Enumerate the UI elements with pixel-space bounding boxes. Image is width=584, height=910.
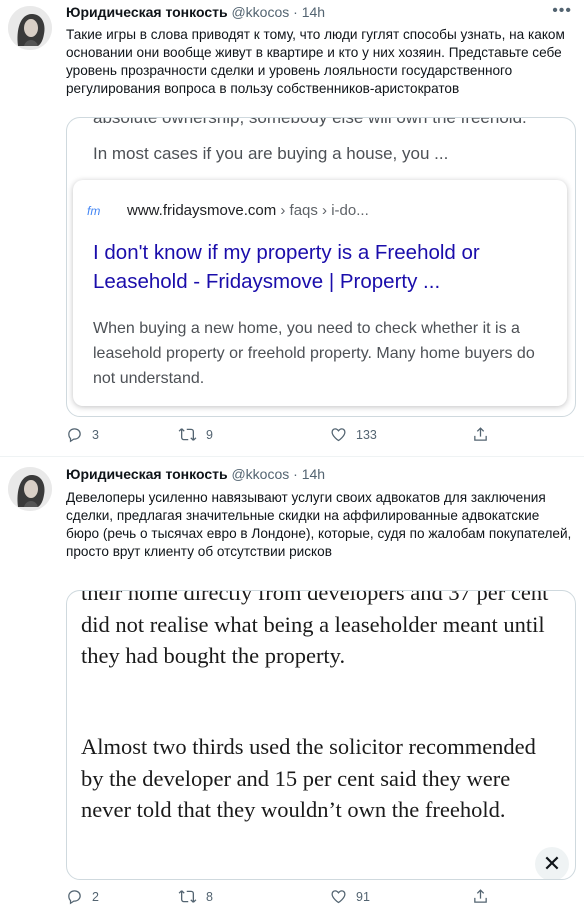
- share-icon: [474, 889, 487, 903]
- share-icon: [474, 427, 487, 441]
- retweet-count: 9: [206, 427, 213, 442]
- close-icon[interactable]: ✕: [535, 847, 569, 879]
- like-button[interactable]: 133: [330, 426, 377, 443]
- reply-button[interactable]: 3: [66, 426, 99, 443]
- author-name[interactable]: Юридическая тонкость: [66, 466, 228, 482]
- separator: ·: [293, 466, 298, 482]
- snippet-cut-line: absolute ownership, somebody else will o…: [93, 117, 527, 127]
- snippet-text: In most cases if you are buying a house,…: [93, 144, 449, 163]
- timestamp[interactable]: 14h: [302, 466, 325, 482]
- article-paragraph: Almost two thirds used the solicitor rec…: [81, 734, 536, 822]
- article-paragraph: their home directly from developers and …: [81, 590, 549, 668]
- like-count: 133: [356, 427, 377, 442]
- reply-icon: [68, 890, 81, 905]
- tweet-image[interactable]: their home directly from developers and …: [66, 590, 576, 880]
- tweet-header: Юридическая тонкость @kkocos · 14h: [66, 466, 325, 486]
- result-title: I don't know if my property is a Freehol…: [93, 241, 480, 293]
- heart-icon: [331, 890, 346, 904]
- share-button[interactable]: [472, 888, 489, 905]
- retweet-button[interactable]: 8: [178, 888, 213, 905]
- site-logo-icon: fm: [87, 204, 101, 218]
- site-url: www.fridaysmove.com › faqs › i-do...: [127, 202, 369, 219]
- author-handle[interactable]: @kkocos: [231, 466, 289, 482]
- tweet-image[interactable]: absolute ownership, somebody else will o…: [66, 117, 576, 417]
- search-result-card: fm www.fridaysmove.com › faqs › i-do... …: [73, 180, 567, 406]
- author-name[interactable]: Юридическая тонкость: [66, 4, 228, 20]
- reply-count: 3: [92, 427, 99, 442]
- tweet-header: Юридическая тонкость @kkocos · 14h: [66, 4, 325, 24]
- retweet-button[interactable]: 9: [178, 426, 213, 443]
- tweet-text: Такие игры в слова приводят к тому, что …: [66, 27, 565, 96]
- site-domain: www.fridaysmove.com: [127, 202, 277, 219]
- retweet-count: 8: [206, 889, 213, 904]
- avatar[interactable]: [8, 6, 52, 50]
- retweet-icon: [178, 890, 197, 903]
- timestamp[interactable]: 14h: [302, 4, 325, 20]
- site-breadcrumbs: › faqs › i-do...: [276, 202, 369, 219]
- reply-button[interactable]: 2: [66, 888, 99, 905]
- tweet[interactable]: Юридическая тонкость @kkocos · 14h ••• Т…: [0, 0, 584, 457]
- avatar[interactable]: [8, 467, 52, 511]
- author-handle[interactable]: @kkocos: [231, 4, 289, 20]
- tweet-actions: 2 8 91: [66, 888, 496, 908]
- share-button[interactable]: [472, 426, 489, 443]
- separator: ·: [293, 4, 298, 20]
- like-count: 91: [356, 889, 370, 904]
- retweet-icon: [178, 428, 197, 441]
- reply-count: 2: [92, 889, 99, 904]
- tweet-text: Девелоперы усиленно навязывают услуги св…: [66, 490, 572, 559]
- tweet-actions: 3 9 133: [66, 426, 496, 446]
- reply-icon: [68, 428, 81, 443]
- heart-icon: [331, 428, 346, 442]
- more-icon[interactable]: •••: [552, 2, 572, 20]
- result-description: When buying a new home, you need to chec…: [93, 320, 535, 387]
- like-button[interactable]: 91: [330, 888, 370, 905]
